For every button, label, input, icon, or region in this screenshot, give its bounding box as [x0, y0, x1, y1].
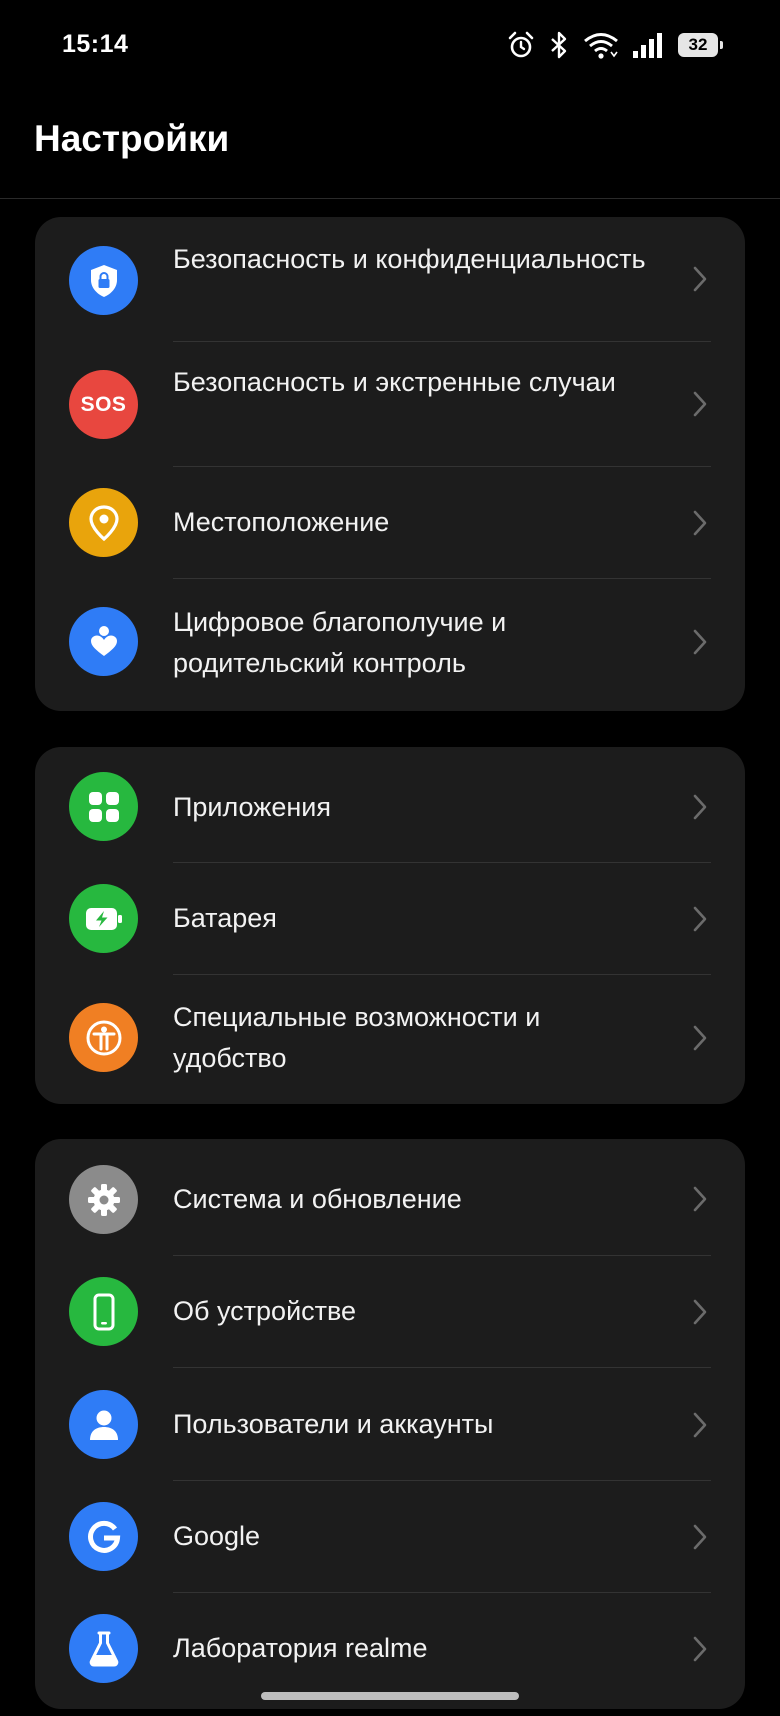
- alarm-icon: [506, 28, 536, 62]
- chevron-right-icon: [685, 792, 715, 822]
- chevron-right-icon: [685, 1522, 715, 1552]
- battery-icon: 32: [678, 33, 723, 57]
- settings-item-label: Лаборатория realme: [173, 1633, 428, 1663]
- settings-item-about-device[interactable]: Об устройстве: [35, 1256, 745, 1368]
- settings-item-label: Об устройстве: [173, 1296, 357, 1326]
- settings-group-system: Система и обновление Об устройстве Польз…: [35, 1139, 745, 1709]
- settings-item-label: Пользователи и аккаунты: [173, 1409, 494, 1439]
- settings-item-battery[interactable]: Батарея: [35, 863, 745, 975]
- chevron-right-icon: [685, 389, 715, 419]
- settings-item-digital-wellbeing[interactable]: Цифровое благополучие и родительский кон…: [35, 579, 745, 711]
- status-icons: 32: [506, 28, 723, 62]
- page-title: Настройки: [34, 118, 230, 159]
- shield-lock-icon: [69, 246, 138, 315]
- accessibility-icon: [69, 1003, 138, 1072]
- chevron-right-icon: [685, 1184, 715, 1214]
- settings-item-apps[interactable]: Приложения: [35, 747, 745, 863]
- settings-item-label: Специальные возможности и удобство: [173, 1002, 541, 1073]
- wellbeing-icon: [69, 607, 138, 676]
- signal-icon: [632, 28, 666, 62]
- header-divider: [0, 198, 780, 199]
- settings-group-apps: Приложения Батарея Специальные возможнос…: [35, 747, 745, 1104]
- wifi-icon: [582, 28, 620, 62]
- status-time: 15:14: [62, 30, 129, 58]
- location-pin-icon: [69, 488, 138, 557]
- settings-item-label: Безопасность и экстренные случаи: [173, 367, 616, 397]
- settings-item-label: Цифровое благополучие и родительский кон…: [173, 607, 507, 678]
- flask-icon: [69, 1614, 138, 1683]
- chevron-right-icon: [685, 1410, 715, 1440]
- settings-item-accessibility[interactable]: Специальные возможности и удобство: [35, 975, 745, 1104]
- google-icon: [69, 1502, 138, 1571]
- settings-item-label: Приложения: [173, 792, 331, 822]
- settings-item-location[interactable]: Местоположение: [35, 467, 745, 579]
- user-icon: [69, 1390, 138, 1459]
- sos-icon-text: SOS: [80, 392, 127, 416]
- settings-item-security-privacy[interactable]: Безопасность и конфиденциальность: [35, 217, 745, 342]
- sos-icon: SOS: [69, 370, 138, 439]
- settings-item-safety-emergency[interactable]: SOS Безопасность и экстренные случаи: [35, 342, 745, 467]
- chevron-right-icon: [685, 904, 715, 934]
- gear-icon: [69, 1165, 138, 1234]
- chevron-right-icon: [685, 264, 715, 294]
- battery-charge-icon: [69, 884, 138, 953]
- settings-item-google[interactable]: Google: [35, 1481, 745, 1593]
- chevron-right-icon: [685, 1297, 715, 1327]
- bluetooth-icon: [548, 28, 570, 62]
- settings-item-label: Местоположение: [173, 507, 390, 537]
- home-indicator[interactable]: [261, 1692, 519, 1700]
- phone-icon: [69, 1277, 138, 1346]
- settings-item-label: Google: [173, 1521, 261, 1551]
- status-bar: 15:14 32: [0, 0, 780, 94]
- chevron-right-icon: [685, 1023, 715, 1053]
- chevron-right-icon: [685, 627, 715, 657]
- settings-item-system-update[interactable]: Система и обновление: [35, 1139, 745, 1256]
- settings-item-label: Система и обновление: [173, 1184, 462, 1214]
- settings-group-privacy: Безопасность и конфиденциальность SOS Бе…: [35, 217, 745, 711]
- chevron-right-icon: [685, 1634, 715, 1664]
- chevron-right-icon: [685, 508, 715, 538]
- settings-item-label: Батарея: [173, 903, 277, 933]
- settings-item-label: Безопасность и конфиденциальность: [173, 244, 646, 274]
- apps-grid-icon: [69, 772, 138, 841]
- settings-item-users-accounts[interactable]: Пользователи и аккаунты: [35, 1368, 745, 1481]
